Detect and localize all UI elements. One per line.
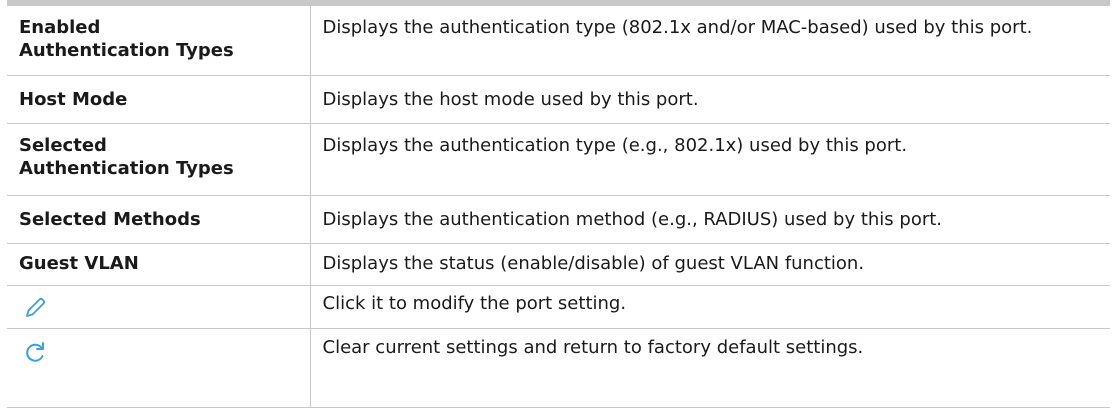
table-row: Guest VLAN Displays the status (enable/d… bbox=[7, 243, 1110, 286]
field-description: Displays the authentication method (e.g.… bbox=[310, 195, 1110, 244]
field-name-line: Authentication Types bbox=[19, 40, 234, 61]
field-description: Displays the authentication type (e.g., … bbox=[310, 123, 1110, 196]
field-name: Selected Authentication Types bbox=[7, 123, 311, 196]
field-description: Displays the authentication type (802.1x… bbox=[310, 3, 1110, 76]
table-row: Selected Methods Displays the authentica… bbox=[7, 195, 1110, 244]
icon-cell bbox=[7, 285, 311, 329]
field-description: Click it to modify the port setting. bbox=[310, 285, 1110, 329]
field-name: Selected Methods bbox=[7, 195, 311, 244]
field-description: Clear current settings and return to fac… bbox=[310, 328, 1110, 408]
icon-cell bbox=[7, 328, 311, 408]
field-description-table: Enabled Authentication Types Displays the… bbox=[7, 0, 1110, 408]
field-description: Displays the status (enable/disable) of … bbox=[310, 243, 1110, 286]
field-description: Displays the host mode used by this port… bbox=[310, 75, 1110, 124]
table-row: Enabled Authentication Types Displays the… bbox=[7, 3, 1110, 76]
table-row: Selected Authentication Types Displays th… bbox=[7, 123, 1110, 196]
field-name: Guest VLAN bbox=[7, 243, 311, 286]
edit-pencil-icon bbox=[23, 296, 47, 320]
reset-refresh-icon bbox=[23, 340, 47, 364]
field-name-line: Selected bbox=[19, 134, 107, 156]
field-name-line: Enabled bbox=[19, 17, 101, 38]
field-name: Enabled Authentication Types bbox=[7, 3, 311, 76]
field-name-line: Authentication Types bbox=[19, 157, 234, 179]
table-row: Click it to modify the port setting. bbox=[7, 285, 1110, 329]
table-row: Host Mode Displays the host mode used by… bbox=[7, 75, 1110, 124]
table-row: Clear current settings and return to fac… bbox=[7, 328, 1110, 408]
field-name: Host Mode bbox=[7, 75, 311, 124]
